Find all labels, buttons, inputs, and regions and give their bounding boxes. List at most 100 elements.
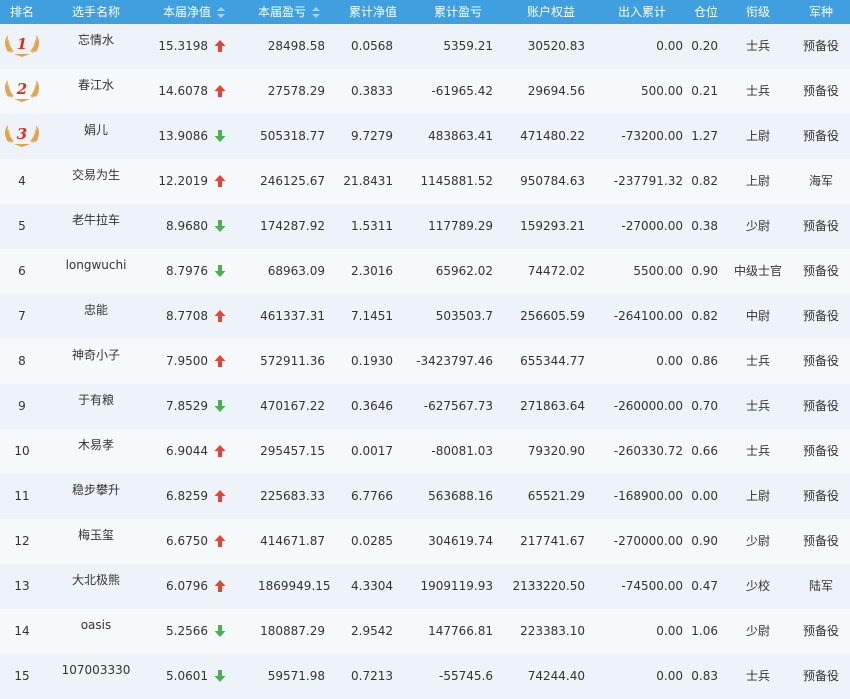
- table-row[interactable]: 4 交易为生 12.2019 246125.67 21.8431 1145881.52 95…: [0, 159, 850, 204]
- cumulative-pnl-cell: -80081.03: [431, 444, 493, 458]
- in-out-total-cell: -237791.32: [613, 174, 683, 188]
- branch-cell: 预备役: [802, 354, 839, 368]
- current-nav-cell: 8.9680: [166, 219, 208, 233]
- in-out-total-cell: 0.00: [656, 354, 683, 368]
- player-name-cell[interactable]: oasis: [44, 617, 148, 637]
- table-row[interactable]: 11 稳步攀升 6.8259 225683.33 6.7766 563688.16 6552…: [0, 474, 850, 519]
- table-row[interactable]: 5 老牛拉车 8.9680 174287.92 1.5311 117789.29 15929…: [0, 204, 850, 249]
- current-nav-cell: 6.8259: [166, 489, 208, 503]
- cumulative-nav-cell: 1.5311: [351, 219, 393, 233]
- position-cell: 1.06: [691, 624, 718, 638]
- sort-icon[interactable]: [312, 6, 320, 19]
- account-equity-cell: 950784.63: [520, 174, 585, 188]
- account-equity-cell: 2133220.50: [512, 579, 585, 593]
- position-cell: 0.82: [691, 174, 718, 188]
- in-out-total-cell: 5500.00: [633, 264, 683, 278]
- table-row[interactable]: 10 木易孝 6.9044 295457.15 0.0017 -80081.03 79320…: [0, 429, 850, 474]
- cumulative-pnl-cell: -55745.6: [439, 669, 493, 683]
- trend-up-arrow-icon: [214, 535, 226, 547]
- rank-cell: 15: [14, 669, 30, 683]
- trend-up-arrow-icon: [214, 85, 226, 97]
- in-out-total-cell: 0.00: [656, 624, 683, 638]
- player-name-cell[interactable]: 稳步攀升: [44, 482, 148, 502]
- in-out-total-cell: -270000.00: [613, 534, 683, 548]
- cumulative-pnl-cell: -61965.42: [431, 84, 493, 98]
- player-name-cell[interactable]: 春江水: [44, 77, 148, 97]
- player-name-cell[interactable]: 于有粮: [44, 392, 148, 412]
- player-name-cell[interactable]: 木易孝: [44, 437, 148, 457]
- header-label: 军种: [808, 5, 833, 19]
- grade-cell: 士兵: [745, 84, 770, 98]
- trend-up-arrow-icon: [214, 40, 226, 52]
- in-out-total-cell: -264100.00: [613, 309, 683, 323]
- table-row[interactable]: 2 春江水 14.6078 27578.29 0.3833 -61965.42 29694.…: [0, 69, 850, 114]
- player-name-cell[interactable]: 神奇小子: [44, 347, 148, 367]
- table-row[interactable]: 14 oasis 5.2566 180887.29 2.9542 147766.81 223…: [0, 609, 850, 654]
- header-current-pnl[interactable]: 本届盈亏: [240, 0, 338, 24]
- rank-medal-icon: 1: [5, 35, 39, 57]
- in-out-total-cell: -260330.72: [613, 444, 683, 458]
- header-current-nav[interactable]: 本届净值: [148, 0, 240, 24]
- player-name-cell[interactable]: 老牛拉车: [44, 212, 148, 232]
- current-pnl-cell: 174287.92: [260, 219, 325, 233]
- current-pnl-cell: 28498.58: [267, 39, 325, 53]
- current-nav-cell: 5.0601: [166, 669, 208, 683]
- player-name-cell[interactable]: 忠能: [44, 302, 148, 322]
- table-row[interactable]: 3 娟儿 13.9086 505318.77 9.7279 483863.41 471480…: [0, 114, 850, 159]
- position-cell: 0.90: [691, 264, 718, 278]
- cumulative-nav-cell: 0.0017: [351, 444, 393, 458]
- branch-cell: 预备役: [802, 489, 839, 503]
- grade-cell: 少校: [745, 579, 770, 593]
- branch-cell: 预备役: [802, 444, 839, 458]
- cumulative-nav-cell: 4.3304: [351, 579, 393, 593]
- header-cumulative-nav: 累计净值: [338, 0, 408, 24]
- current-pnl-cell: 246125.67: [260, 174, 325, 188]
- table-row[interactable]: 7 忠能 8.7708 461337.31 7.1451 503503.7 256605.5…: [0, 294, 850, 339]
- cumulative-nav-cell: 0.7213: [351, 669, 393, 683]
- trend-up-arrow-icon: [214, 580, 226, 592]
- current-pnl-cell: 27578.29: [267, 84, 325, 98]
- player-name-cell[interactable]: longwuchi: [44, 257, 148, 277]
- cumulative-pnl-cell: 117789.29: [428, 219, 493, 233]
- cumulative-pnl-cell: 563688.16: [428, 489, 493, 503]
- cumulative-nav-cell: 6.7766: [351, 489, 393, 503]
- trend-down-arrow-icon: [214, 625, 226, 637]
- table-row[interactable]: 9 于有粮 7.8529 470167.22 0.3646 -627567.73 27186…: [0, 384, 850, 429]
- header-label: 账户权益: [526, 5, 575, 19]
- account-equity-cell: 223383.10: [520, 624, 585, 638]
- branch-cell: 陆军: [808, 579, 833, 593]
- header-position: 仓位: [688, 0, 724, 24]
- header-label: 选手名称: [71, 5, 120, 19]
- in-out-total-cell: -27000.00: [621, 219, 683, 233]
- svg-text:1: 1: [17, 35, 27, 53]
- player-name-cell[interactable]: 107003330: [44, 662, 148, 682]
- player-name-cell[interactable]: 大北极熊: [44, 572, 148, 592]
- rank-cell: 2: [0, 69, 44, 114]
- header-label: 出入累计: [617, 5, 666, 19]
- table-row[interactable]: 8 神奇小子 7.9500 572911.36 0.1930 -3423797.46 655…: [0, 339, 850, 384]
- grade-cell: 上尉: [745, 129, 770, 143]
- rank-medal-icon: 3: [5, 125, 39, 147]
- position-cell: 0.90: [691, 534, 718, 548]
- table-row[interactable]: 6 longwuchi 8.7976 68963.09 2.3016 65962.02 74…: [0, 249, 850, 294]
- table-row[interactable]: 15 107003330 5.0601 59571.98 0.7213 -55745.6 7…: [0, 654, 850, 699]
- header-label: 排名: [9, 5, 34, 19]
- current-nav-cell: 7.9500: [166, 354, 208, 368]
- cumulative-nav-cell: 21.8431: [343, 174, 393, 188]
- svg-text:2: 2: [16, 80, 27, 98]
- trend-up-arrow-icon: [214, 310, 226, 322]
- cumulative-pnl-cell: 304619.74: [428, 534, 493, 548]
- cumulative-nav-cell: 0.3833: [351, 84, 393, 98]
- player-name-cell[interactable]: 交易为生: [44, 167, 148, 187]
- player-name-cell[interactable]: 娟儿: [44, 122, 148, 142]
- table-row[interactable]: 12 梅玉玺 6.6750 414671.87 0.0285 304619.74 21774…: [0, 519, 850, 564]
- current-nav-cell: 15.3198: [158, 39, 208, 53]
- player-name-cell[interactable]: 梅玉玺: [44, 527, 148, 547]
- grade-cell: 中级士官: [733, 264, 782, 278]
- sort-icon[interactable]: [217, 6, 225, 19]
- in-out-total-cell: -74500.00: [621, 579, 683, 593]
- in-out-total-cell: -168900.00: [613, 489, 683, 503]
- player-name-cell[interactable]: 忘情水: [44, 32, 148, 52]
- table-row[interactable]: 1 忘情水 15.3198 28498.58 0.0568 5359.21 30520.83…: [0, 24, 850, 69]
- table-row[interactable]: 13 大北极熊 6.0796 1869949.15 4.3304 1909119.93 21…: [0, 564, 850, 609]
